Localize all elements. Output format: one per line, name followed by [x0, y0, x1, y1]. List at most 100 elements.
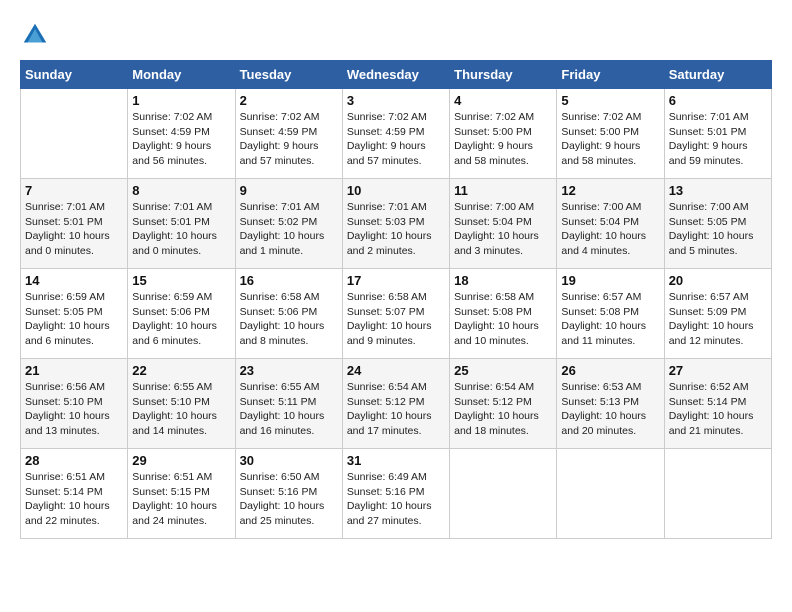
- day-info: Sunrise: 7:01 AMSunset: 5:01 PMDaylight:…: [25, 200, 123, 259]
- day-number: 10: [347, 183, 445, 198]
- day-number: 23: [240, 363, 338, 378]
- day-info: Sunrise: 7:00 AMSunset: 5:05 PMDaylight:…: [669, 200, 767, 259]
- calendar-day-cell: 18 Sunrise: 6:58 AMSunset: 5:08 PMDayligh…: [450, 269, 557, 359]
- day-number: 29: [132, 453, 230, 468]
- day-info: Sunrise: 6:57 AMSunset: 5:09 PMDaylight:…: [669, 290, 767, 349]
- calendar-day-cell: 31 Sunrise: 6:49 AMSunset: 5:16 PMDayligh…: [342, 449, 449, 539]
- calendar-day-cell: 21Sunrise: 6:56 AMSunset: 5:10 PMDayligh…: [21, 359, 128, 449]
- day-info: Sunrise: 7:02 AMSunset: 5:00 PMDaylight:…: [454, 110, 552, 169]
- calendar-day-cell: 22 Sunrise: 6:55 AMSunset: 5:10 PMDayligh…: [128, 359, 235, 449]
- day-info: Sunrise: 6:58 AMSunset: 5:06 PMDaylight:…: [240, 290, 338, 349]
- day-info: Sunrise: 7:01 AMSunset: 5:01 PMDaylight:…: [132, 200, 230, 259]
- calendar-table: SundayMondayTuesdayWednesdayThursdayFrid…: [20, 60, 772, 539]
- calendar-day-cell: 29 Sunrise: 6:51 AMSunset: 5:15 PMDayligh…: [128, 449, 235, 539]
- calendar-day-cell: 28 Sunrise: 6:51 AMSunset: 5:14 PMDayligh…: [21, 449, 128, 539]
- day-number: 4: [454, 93, 552, 108]
- day-info: Sunrise: 7:00 AMSunset: 5:04 PMDaylight:…: [454, 200, 552, 259]
- day-info: Sunrise: 7:02 AMSunset: 5:00 PMDaylight:…: [561, 110, 659, 169]
- day-number: 2: [240, 93, 338, 108]
- day-number: 13: [669, 183, 767, 198]
- day-info: Sunrise: 6:59 AMSunset: 5:05 PMDaylight:…: [25, 290, 123, 349]
- calendar-day-cell: [450, 449, 557, 539]
- calendar-week-row: 14 Sunrise: 6:59 AMSunset: 5:05 PMDayligh…: [21, 269, 772, 359]
- day-number: 19: [561, 273, 659, 288]
- calendar-body: 1 Sunrise: 7:02 AMSunset: 4:59 PMDaylight…: [21, 89, 772, 539]
- calendar-weekday-header: Monday: [128, 61, 235, 89]
- calendar-weekday-header: Sunday: [21, 61, 128, 89]
- day-info: Sunrise: 6:50 AMSunset: 5:16 PMDaylight:…: [240, 470, 338, 529]
- day-info: Sunrise: 6:58 AMSunset: 5:08 PMDaylight:…: [454, 290, 552, 349]
- calendar-day-cell: 7 Sunrise: 7:01 AMSunset: 5:01 PMDaylight…: [21, 179, 128, 269]
- calendar-day-cell: 4 Sunrise: 7:02 AMSunset: 5:00 PMDaylight…: [450, 89, 557, 179]
- day-number: 8: [132, 183, 230, 198]
- calendar-day-cell: 20 Sunrise: 6:57 AMSunset: 5:09 PMDayligh…: [664, 269, 771, 359]
- calendar-day-cell: 6Sunrise: 7:01 AMSunset: 5:01 PMDaylight…: [664, 89, 771, 179]
- calendar-day-cell: 13 Sunrise: 7:00 AMSunset: 5:05 PMDayligh…: [664, 179, 771, 269]
- day-number: 25: [454, 363, 552, 378]
- calendar-day-cell: 8 Sunrise: 7:01 AMSunset: 5:01 PMDaylight…: [128, 179, 235, 269]
- day-number: 17: [347, 273, 445, 288]
- day-info: Sunrise: 6:54 AMSunset: 5:12 PMDaylight:…: [347, 380, 445, 439]
- calendar-day-cell: 1 Sunrise: 7:02 AMSunset: 4:59 PMDaylight…: [128, 89, 235, 179]
- day-number: 28: [25, 453, 123, 468]
- day-info: Sunrise: 7:01 AMSunset: 5:03 PMDaylight:…: [347, 200, 445, 259]
- calendar-day-cell: 3 Sunrise: 7:02 AMSunset: 4:59 PMDaylight…: [342, 89, 449, 179]
- day-info: Sunrise: 7:00 AMSunset: 5:04 PMDaylight:…: [561, 200, 659, 259]
- day-number: 1: [132, 93, 230, 108]
- day-number: 6: [669, 93, 767, 108]
- calendar-week-row: 21Sunrise: 6:56 AMSunset: 5:10 PMDayligh…: [21, 359, 772, 449]
- day-number: 22: [132, 363, 230, 378]
- calendar-day-cell: 14 Sunrise: 6:59 AMSunset: 5:05 PMDayligh…: [21, 269, 128, 359]
- day-number: 7: [25, 183, 123, 198]
- calendar-day-cell: 26 Sunrise: 6:53 AMSunset: 5:13 PMDayligh…: [557, 359, 664, 449]
- calendar-day-cell: 23 Sunrise: 6:55 AMSunset: 5:11 PMDayligh…: [235, 359, 342, 449]
- day-info: Sunrise: 7:02 AMSunset: 4:59 PMDaylight:…: [347, 110, 445, 169]
- calendar-day-cell: 2 Sunrise: 7:02 AMSunset: 4:59 PMDaylight…: [235, 89, 342, 179]
- day-number: 15: [132, 273, 230, 288]
- day-number: 5: [561, 93, 659, 108]
- day-info: Sunrise: 7:02 AMSunset: 4:59 PMDaylight:…: [240, 110, 338, 169]
- calendar-weekday-header: Saturday: [664, 61, 771, 89]
- page-header: [20, 20, 772, 50]
- calendar-weekday-header: Wednesday: [342, 61, 449, 89]
- calendar-day-cell: 19Sunrise: 6:57 AMSunset: 5:08 PMDayligh…: [557, 269, 664, 359]
- calendar-day-cell: 10 Sunrise: 7:01 AMSunset: 5:03 PMDayligh…: [342, 179, 449, 269]
- calendar-day-cell: 5 Sunrise: 7:02 AMSunset: 5:00 PMDaylight…: [557, 89, 664, 179]
- calendar-day-cell: 24 Sunrise: 6:54 AMSunset: 5:12 PMDayligh…: [342, 359, 449, 449]
- day-info: Sunrise: 6:58 AMSunset: 5:07 PMDaylight:…: [347, 290, 445, 349]
- logo-icon: [20, 20, 50, 50]
- day-number: 30: [240, 453, 338, 468]
- day-number: 14: [25, 273, 123, 288]
- day-number: 21: [25, 363, 123, 378]
- day-number: 26: [561, 363, 659, 378]
- calendar-weekday-header: Tuesday: [235, 61, 342, 89]
- day-number: 20: [669, 273, 767, 288]
- day-info: Sunrise: 6:53 AMSunset: 5:13 PMDaylight:…: [561, 380, 659, 439]
- calendar-header-row: SundayMondayTuesdayWednesdayThursdayFrid…: [21, 61, 772, 89]
- day-info: Sunrise: 6:55 AMSunset: 5:11 PMDaylight:…: [240, 380, 338, 439]
- calendar-day-cell: 16Sunrise: 6:58 AMSunset: 5:06 PMDayligh…: [235, 269, 342, 359]
- day-number: 31: [347, 453, 445, 468]
- day-info: Sunrise: 6:51 AMSunset: 5:14 PMDaylight:…: [25, 470, 123, 529]
- calendar-day-cell: 9Sunrise: 7:01 AMSunset: 5:02 PMDaylight…: [235, 179, 342, 269]
- calendar-day-cell: 17 Sunrise: 6:58 AMSunset: 5:07 PMDayligh…: [342, 269, 449, 359]
- day-info: Sunrise: 6:54 AMSunset: 5:12 PMDaylight:…: [454, 380, 552, 439]
- calendar-week-row: 1 Sunrise: 7:02 AMSunset: 4:59 PMDaylight…: [21, 89, 772, 179]
- calendar-week-row: 7 Sunrise: 7:01 AMSunset: 5:01 PMDaylight…: [21, 179, 772, 269]
- logo: [20, 20, 54, 50]
- day-number: 12: [561, 183, 659, 198]
- day-info: Sunrise: 6:49 AMSunset: 5:16 PMDaylight:…: [347, 470, 445, 529]
- calendar-day-cell: 25 Sunrise: 6:54 AMSunset: 5:12 PMDayligh…: [450, 359, 557, 449]
- day-info: Sunrise: 6:55 AMSunset: 5:10 PMDaylight:…: [132, 380, 230, 439]
- calendar-day-cell: 27Sunrise: 6:52 AMSunset: 5:14 PMDayligh…: [664, 359, 771, 449]
- calendar-day-cell: [664, 449, 771, 539]
- day-info: Sunrise: 6:52 AMSunset: 5:14 PMDaylight:…: [669, 380, 767, 439]
- day-number: 11: [454, 183, 552, 198]
- day-number: 18: [454, 273, 552, 288]
- day-number: 24: [347, 363, 445, 378]
- day-info: Sunrise: 6:59 AMSunset: 5:06 PMDaylight:…: [132, 290, 230, 349]
- day-info: Sunrise: 7:02 AMSunset: 4:59 PMDaylight:…: [132, 110, 230, 169]
- calendar-day-cell: 12 Sunrise: 7:00 AMSunset: 5:04 PMDayligh…: [557, 179, 664, 269]
- day-number: 3: [347, 93, 445, 108]
- day-info: Sunrise: 6:51 AMSunset: 5:15 PMDaylight:…: [132, 470, 230, 529]
